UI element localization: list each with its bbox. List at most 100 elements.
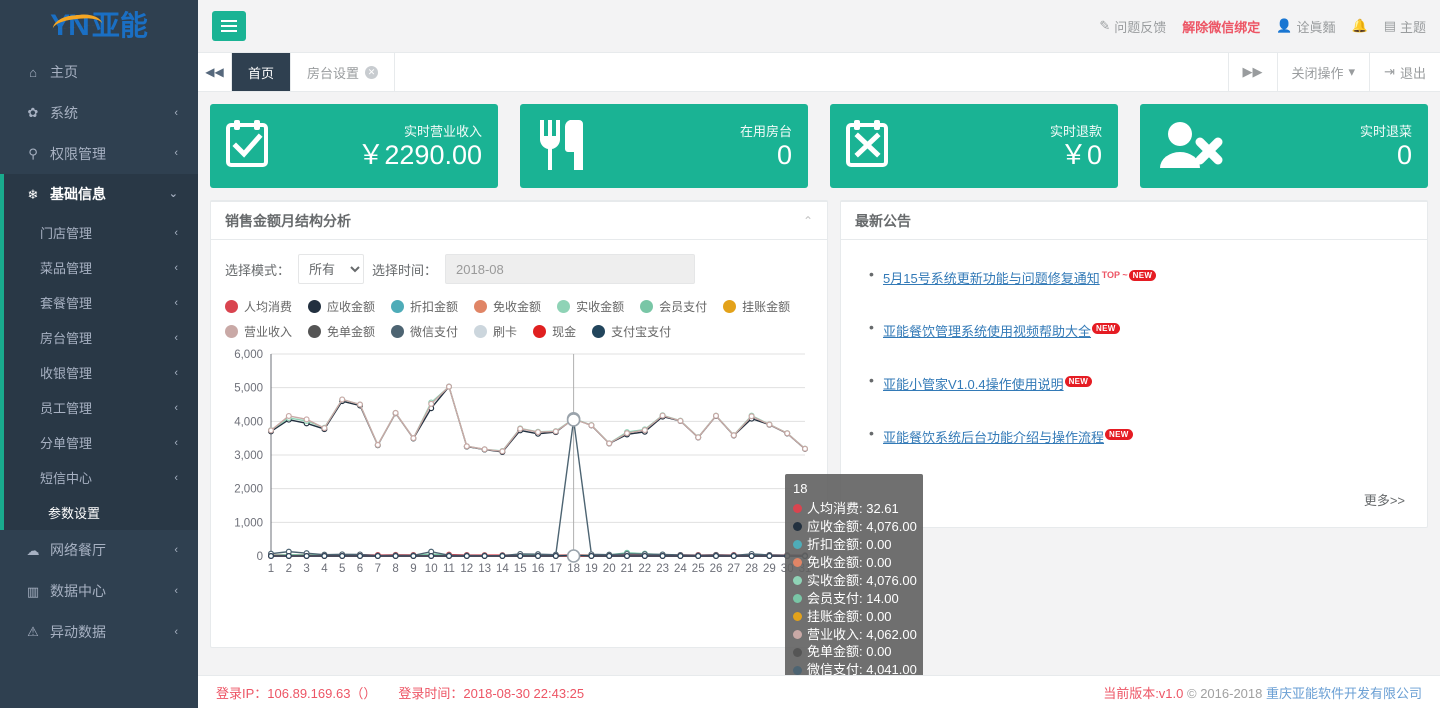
- stat-card-realtime-refund[interactable]: 实时退款 ￥0: [830, 104, 1118, 188]
- mode-select[interactable]: 所有: [298, 254, 365, 284]
- svg-text:4: 4: [321, 563, 328, 575]
- bar-chart-icon: ▥: [26, 583, 40, 599]
- sidebar-subitem-sms[interactable]: 短信中心 ‹: [4, 460, 198, 495]
- notice-link[interactable]: 亚能餐饮系统后台功能介绍与操作流程: [883, 430, 1104, 445]
- stat-value: ￥0: [1059, 139, 1102, 170]
- chart-legend: 人均消费 应收金额 折扣金额 免收金额 实收金额 会员支付 挂账金额 营业收入 …: [225, 298, 790, 340]
- svg-text:23: 23: [656, 563, 669, 575]
- legend-color-dot: [640, 300, 654, 313]
- sidebar-subitem-staff[interactable]: 员工管理 ‹: [4, 390, 198, 425]
- notice-panel-body: 5月15号系统更新功能与问题修复通知TOP ~NEW 亚能餐饮管理系统使用视频帮…: [841, 240, 1427, 527]
- svg-text:4,000: 4,000: [234, 416, 263, 428]
- notifications-button[interactable]: 🔔: [1352, 18, 1368, 34]
- chart-svg-canvas: 01,0002,0003,0004,0005,0006,0001 2 3 4 5 6 7 8 9…: [234, 349, 811, 575]
- legend-item-waived[interactable]: 免收金额: [474, 298, 541, 315]
- tooltip-color-dot: [793, 558, 802, 568]
- sidebar-item-system[interactable]: ✿ 系统 ‹: [0, 93, 198, 134]
- unbind-wechat-link[interactable]: 解除微信绑定: [1182, 17, 1260, 36]
- sidebar-subitem-cashier[interactable]: 收银管理 ‹: [4, 355, 198, 390]
- notice-panel-title: 最新公告: [855, 212, 911, 229]
- legend-item-wechat-pay[interactable]: 微信支付: [391, 323, 458, 340]
- legend-color-dot: [308, 325, 322, 338]
- legend-item-credit[interactable]: 挂账金额: [723, 298, 790, 315]
- tooltip-row-text: 营业收入: 4,062.00: [807, 626, 917, 642]
- brand-logo[interactable]: YN 亚能: [0, 0, 198, 52]
- tab-home[interactable]: 首页: [232, 53, 292, 91]
- stat-value: ￥2290.00: [357, 139, 482, 170]
- notice-link[interactable]: 亚能餐饮管理系统使用视频帮助大全: [883, 324, 1091, 339]
- legend-item-free-order[interactable]: 免单金额: [308, 323, 375, 340]
- legend-color-dot: [391, 300, 405, 313]
- sidebar-subitem-params[interactable]: 参数设置: [4, 495, 198, 530]
- tooltip-row-text: 挂账金额: 0.00: [807, 608, 892, 624]
- more-notices-link[interactable]: 更多>>: [841, 480, 1427, 527]
- tabs-scroll-right-button[interactable]: ▶▶: [1227, 53, 1277, 91]
- legend-color-dot: [225, 325, 238, 338]
- legend-item-card[interactable]: 刷卡: [474, 323, 517, 340]
- legend-item-receivable[interactable]: 应收金额: [308, 298, 375, 315]
- mode-select-label: 选择模式：: [225, 262, 291, 278]
- sidebar-item-abnormal-data[interactable]: ⚠ 异动数据 ‹: [0, 612, 198, 653]
- sidebar-item-permissions[interactable]: ⚲ 权限管理 ‹: [0, 134, 198, 175]
- stat-card-realtime-revenue[interactable]: 实时营业收入 ￥2290.00: [210, 104, 498, 188]
- svg-text:0: 0: [257, 551, 263, 563]
- sidebar-subitem-split-order[interactable]: 分单管理 ‹: [4, 425, 198, 460]
- sidebar-item-label: 主页: [50, 64, 78, 80]
- sidebar-subitem-label: 短信中心: [40, 471, 93, 487]
- sidebar-item-basic-info[interactable]: ❄ 基础信息 ⌄ 门店管理 ‹ 菜品管理 ‹ 套餐管理 ‹ 房台管理 ‹ 收银管…: [0, 174, 198, 531]
- sales-chart-panel: 销售金额月结构分析 ⌃ 选择模式： 所有 选择时间： 2018-08 人均消费 …: [210, 200, 923, 675]
- sidebar-subitem-combo[interactable]: 套餐管理 ‹: [4, 285, 198, 320]
- user-menu[interactable]: 👤 诠眞麵: [1276, 17, 1335, 36]
- legend-item-alipay[interactable]: 支付宝支付: [592, 323, 671, 340]
- chevron-left-icon: ‹: [174, 543, 178, 556]
- sidebar-item-label: 异动数据: [50, 623, 106, 640]
- svg-text:5,000: 5,000: [234, 383, 263, 395]
- theme-button[interactable]: ▤ 主题: [1384, 17, 1426, 36]
- close-icon[interactable]: ✕: [365, 65, 379, 79]
- legend-label: 免单金额: [327, 325, 376, 339]
- tooltip-row: 实收金额: 4,076.00: [793, 572, 917, 590]
- logout-button[interactable]: ⇥ 退出: [1369, 53, 1440, 91]
- sales-line-chart[interactable]: 0 1,000 2,000 3,000 4,000 5,000 6,000 1 2 3 4 5 6 7 8 9…: [225, 348, 811, 578]
- sidebar-subitem-dish[interactable]: 菜品管理 ‹: [4, 250, 198, 285]
- sidebar-subitem-room[interactable]: 房台管理 ‹: [4, 320, 198, 355]
- chevron-left-icon: ‹: [174, 147, 178, 160]
- stat-card-realtime-dish-return[interactable]: 实时退菜 0: [1140, 104, 1428, 188]
- notice-link[interactable]: 亚能小管家V1.0.4操作使用说明: [883, 377, 1064, 392]
- theme-label: 主题: [1399, 19, 1426, 35]
- chevron-left-icon: ‹: [174, 366, 178, 379]
- stat-label: 在用房台: [739, 123, 792, 139]
- legend-item-business-income[interactable]: 营业收入: [225, 323, 292, 340]
- stat-cards: 实时营业收入 ￥2290.00 在用房台 0 实时退款 ￥0 实时退菜 0: [210, 104, 1428, 188]
- feedback-link[interactable]: ✎ 问题反馈: [1099, 17, 1166, 36]
- svg-text:6: 6: [357, 563, 363, 575]
- top-badge: TOP ~: [1101, 269, 1128, 280]
- legend-item-member-pay[interactable]: 会员支付: [640, 298, 707, 315]
- legend-item-received[interactable]: 实收金额: [557, 298, 624, 315]
- chevron-up-icon[interactable]: ⌃: [803, 214, 813, 228]
- month-picker-input[interactable]: [445, 254, 696, 284]
- sidebar-item-home[interactable]: ⌂ 主页: [0, 52, 198, 93]
- tooltip-row: 人均消费: 32.61: [793, 500, 915, 518]
- tooltip-row: 免收金额: 0.00: [793, 554, 915, 572]
- tab-room-settings[interactable]: 房台设置 ✕: [291, 53, 396, 91]
- legend-label: 微信支付: [410, 325, 459, 339]
- tabs-scroll-left-button[interactable]: ◀◀: [198, 53, 232, 91]
- sidebar-item-online-restaurant[interactable]: ☁ 网络餐厅 ‹: [0, 530, 198, 571]
- chevron-down-icon: ⌄: [168, 188, 178, 201]
- sidebar-subitem-store[interactable]: 门店管理 ‹: [4, 215, 198, 250]
- stat-card-rooms-in-use[interactable]: 在用房台 0: [520, 104, 808, 188]
- legend-item-cash[interactable]: 现金: [533, 323, 576, 340]
- svg-text:3: 3: [303, 563, 309, 575]
- legend-color-dot: [474, 325, 488, 338]
- sidebar-item-data-center[interactable]: ▥ 数据中心 ‹: [0, 571, 198, 612]
- legend-item-discount[interactable]: 折扣金额: [391, 298, 458, 315]
- tooltip-color-dot: [793, 629, 802, 639]
- tooltip-row: 应收金额: 4,076.00: [793, 518, 917, 536]
- legend-item-avg-consumption[interactable]: 人均消费: [225, 298, 292, 315]
- notice-link[interactable]: 5月15号系统更新功能与问题修复通知: [883, 271, 1100, 286]
- close-operations-dropdown[interactable]: 关闭操作 ▾: [1276, 53, 1370, 91]
- sidebar-subitem-label: 参数设置: [48, 506, 101, 522]
- sidebar-toggle-button[interactable]: [212, 11, 246, 41]
- svg-text:5: 5: [339, 563, 345, 575]
